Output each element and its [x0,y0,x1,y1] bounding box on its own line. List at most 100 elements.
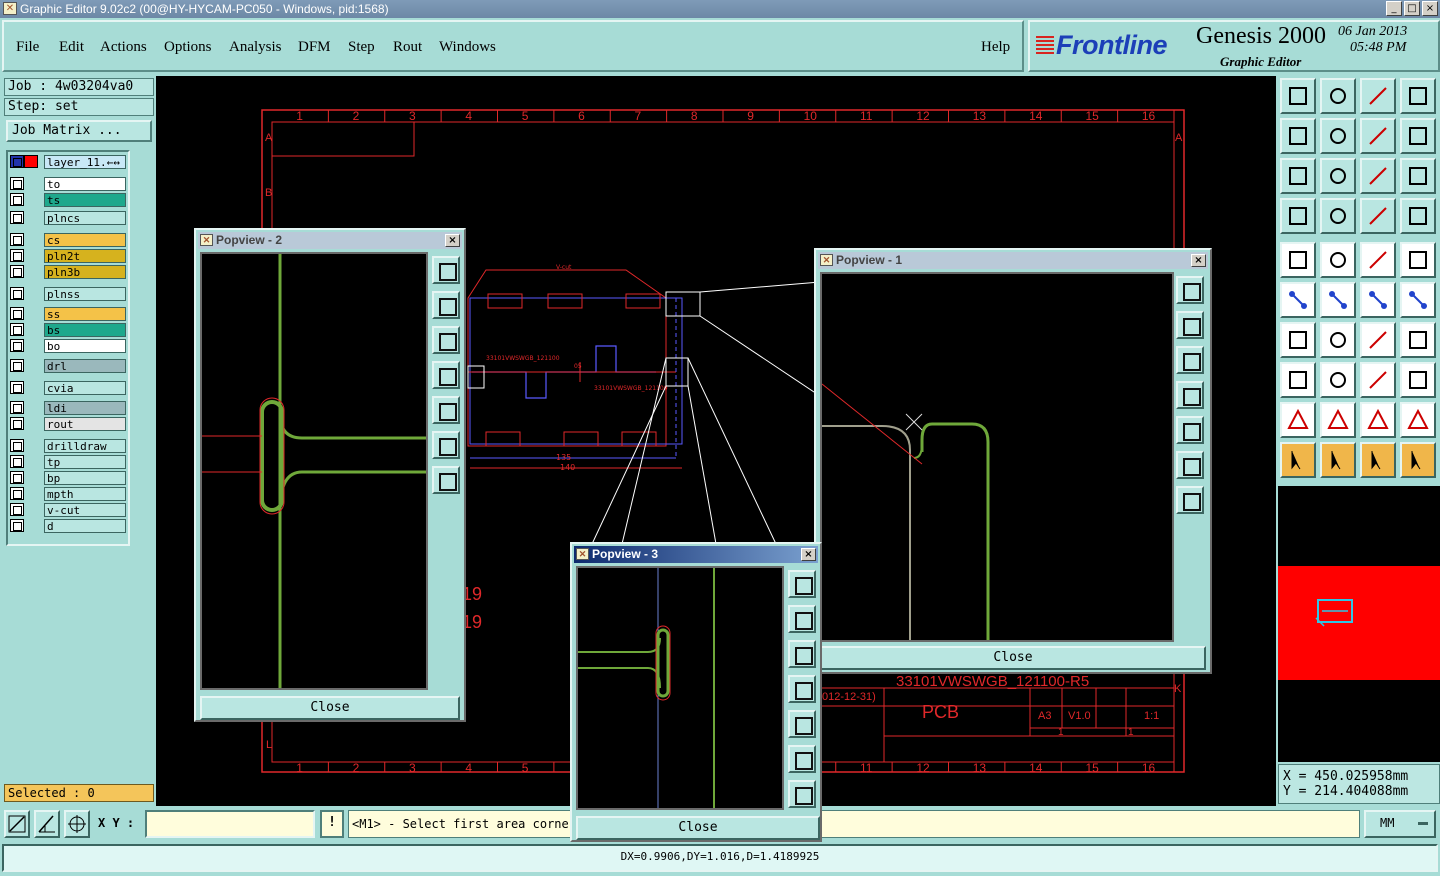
layer-name[interactable]: ss [44,306,126,321]
layer-checkbox[interactable] [10,455,24,468]
popview-3-tool-5[interactable] [788,710,816,738]
popview-2-tool-5[interactable] [432,396,460,424]
layer-row[interactable]: mpth [10,486,126,501]
menu-rout[interactable]: Rout [393,39,422,56]
layer-name[interactable]: bs [44,322,126,337]
popview-2-tool-1[interactable] [432,256,460,284]
popview-2-tool-6[interactable] [432,431,460,459]
undo-tool-button[interactable] [1360,118,1396,154]
layer-name[interactable]: drilldraw [44,438,126,453]
layer-row[interactable]: plncs [10,210,126,225]
menu-dfm[interactable]: DFM [298,39,331,56]
circle-tool-button[interactable] [1400,242,1436,278]
popview-3-tool-4[interactable] [788,675,816,703]
layer-checkbox[interactable] [10,155,24,168]
menu-options[interactable]: Options [164,39,212,56]
connect-tool-button[interactable] [1360,282,1396,318]
layer-name[interactable]: plnss [44,286,126,301]
layer-name[interactable]: drl [44,358,126,373]
net-tool-button[interactable] [1320,198,1356,234]
units-select[interactable]: MM [1364,810,1436,838]
layer-checkbox[interactable] [10,233,24,246]
layer-row[interactable]: ss [10,306,126,321]
menu-actions[interactable]: Actions [100,39,147,56]
layer-checkbox[interactable] [10,439,24,452]
redo-tool-button[interactable] [1400,118,1436,154]
layer-row[interactable]: ldi [10,400,126,415]
node-tool-button[interactable] [1280,282,1316,318]
f-tool-button[interactable] [1400,322,1436,358]
layer-name[interactable]: v-cut [44,502,126,517]
menu-analysis[interactable]: Analysis [229,39,282,56]
layer-row[interactable]: plnss [10,286,126,301]
layer-checkbox[interactable] [10,287,24,300]
layer-name[interactable]: ldi [44,400,126,415]
popview-1-tool-5[interactable] [1176,416,1204,444]
layer-row[interactable]: drilldraw [10,438,126,453]
minimize-button[interactable]: _ [1386,1,1402,16]
popview-1-tool-7[interactable] [1176,486,1204,514]
ruler-tool-button[interactable] [1360,242,1396,278]
fit-tool-button[interactable] [1280,158,1316,194]
grid-tool-button[interactable] [64,810,90,838]
popview-3-titlebar[interactable]: ✕ Popview - 3 × [574,546,818,563]
popview-1-tool-3[interactable] [1176,346,1204,374]
layer-checkbox[interactable] [10,471,24,484]
job-matrix-button[interactable]: Job Matrix ... [6,120,152,142]
arc-tool-button[interactable] [1360,322,1396,358]
layer-row[interactable]: layer_11.←↔ [10,154,126,169]
layer-name[interactable]: d [44,518,126,533]
layer-row[interactable]: cs [10,232,126,247]
popview-1-close-button[interactable]: Close [820,646,1206,670]
tri-tool-button[interactable] [1280,402,1316,438]
layer-checkbox[interactable] [10,359,24,372]
popview-2-tool-2[interactable] [432,291,460,319]
box-tool-button[interactable] [1360,362,1396,398]
popview-1-tool-4[interactable] [1176,381,1204,409]
overview-map[interactable] [1278,566,1440,680]
group-tool-button[interactable] [1400,362,1436,398]
popview-2-tool-7[interactable] [432,466,460,494]
layer-checkbox[interactable] [10,249,24,262]
exclaim-button[interactable]: ! [320,810,344,838]
layer-name[interactable]: layer_11.←↔ [44,154,126,169]
menu-help[interactable]: Help [981,39,1010,56]
layer-name[interactable]: rout [44,416,126,431]
layer-name[interactable]: ts [44,192,126,207]
layer-name[interactable]: pln2t [44,248,126,263]
layer-row[interactable]: cvia [10,380,126,395]
layer-name[interactable]: to [44,176,126,191]
layer-row[interactable]: bo [10,338,126,353]
line-tool-button[interactable] [1320,242,1356,278]
layer-checkbox[interactable] [10,323,24,336]
popview-1-titlebar[interactable]: ✕ Popview - 1 × [818,252,1208,269]
popview-2-titlebar[interactable]: ✕ Popview - 2 × [198,232,462,249]
layer-checkbox[interactable] [10,417,24,430]
help-tool-button[interactable] [1400,158,1436,194]
pointer-tool-button[interactable] [1280,442,1316,478]
window-title-bar[interactable]: ✕ Graphic Editor 9.02c2 (00@HY-HYCAM-PC0… [0,0,1440,18]
layer-row[interactable]: v-cut [10,502,126,517]
menu-file[interactable]: File [16,39,39,56]
pointer-box-tool-button[interactable] [1320,442,1356,478]
menu-step[interactable]: Step [348,39,375,56]
layer-checkbox[interactable] [10,307,24,320]
menu-windows[interactable]: Windows [439,39,496,56]
layer-name[interactable]: tp [44,454,126,469]
scale-tool-button[interactable] [1360,158,1396,194]
layer-row[interactable]: d [10,518,126,533]
layer-row[interactable]: bp [10,470,126,485]
layer-name[interactable]: bp [44,470,126,485]
popview-2-tool-3[interactable] [432,326,460,354]
layer-checkbox[interactable] [10,487,24,500]
import-tool-button[interactable] [1280,118,1316,154]
zoom-tool-button[interactable] [1320,158,1356,194]
home-tool-button[interactable] [1360,78,1396,114]
tri-b-tool-button[interactable] [1360,402,1396,438]
popview-3-tool-2[interactable] [788,605,816,633]
popview-1-view[interactable] [820,272,1174,642]
cross-tool-button[interactable] [1320,282,1356,318]
popview-2-close-button[interactable]: Close [200,696,460,720]
popview-3-tool-3[interactable] [788,640,816,668]
layer-row[interactable]: pln3b [10,264,126,279]
